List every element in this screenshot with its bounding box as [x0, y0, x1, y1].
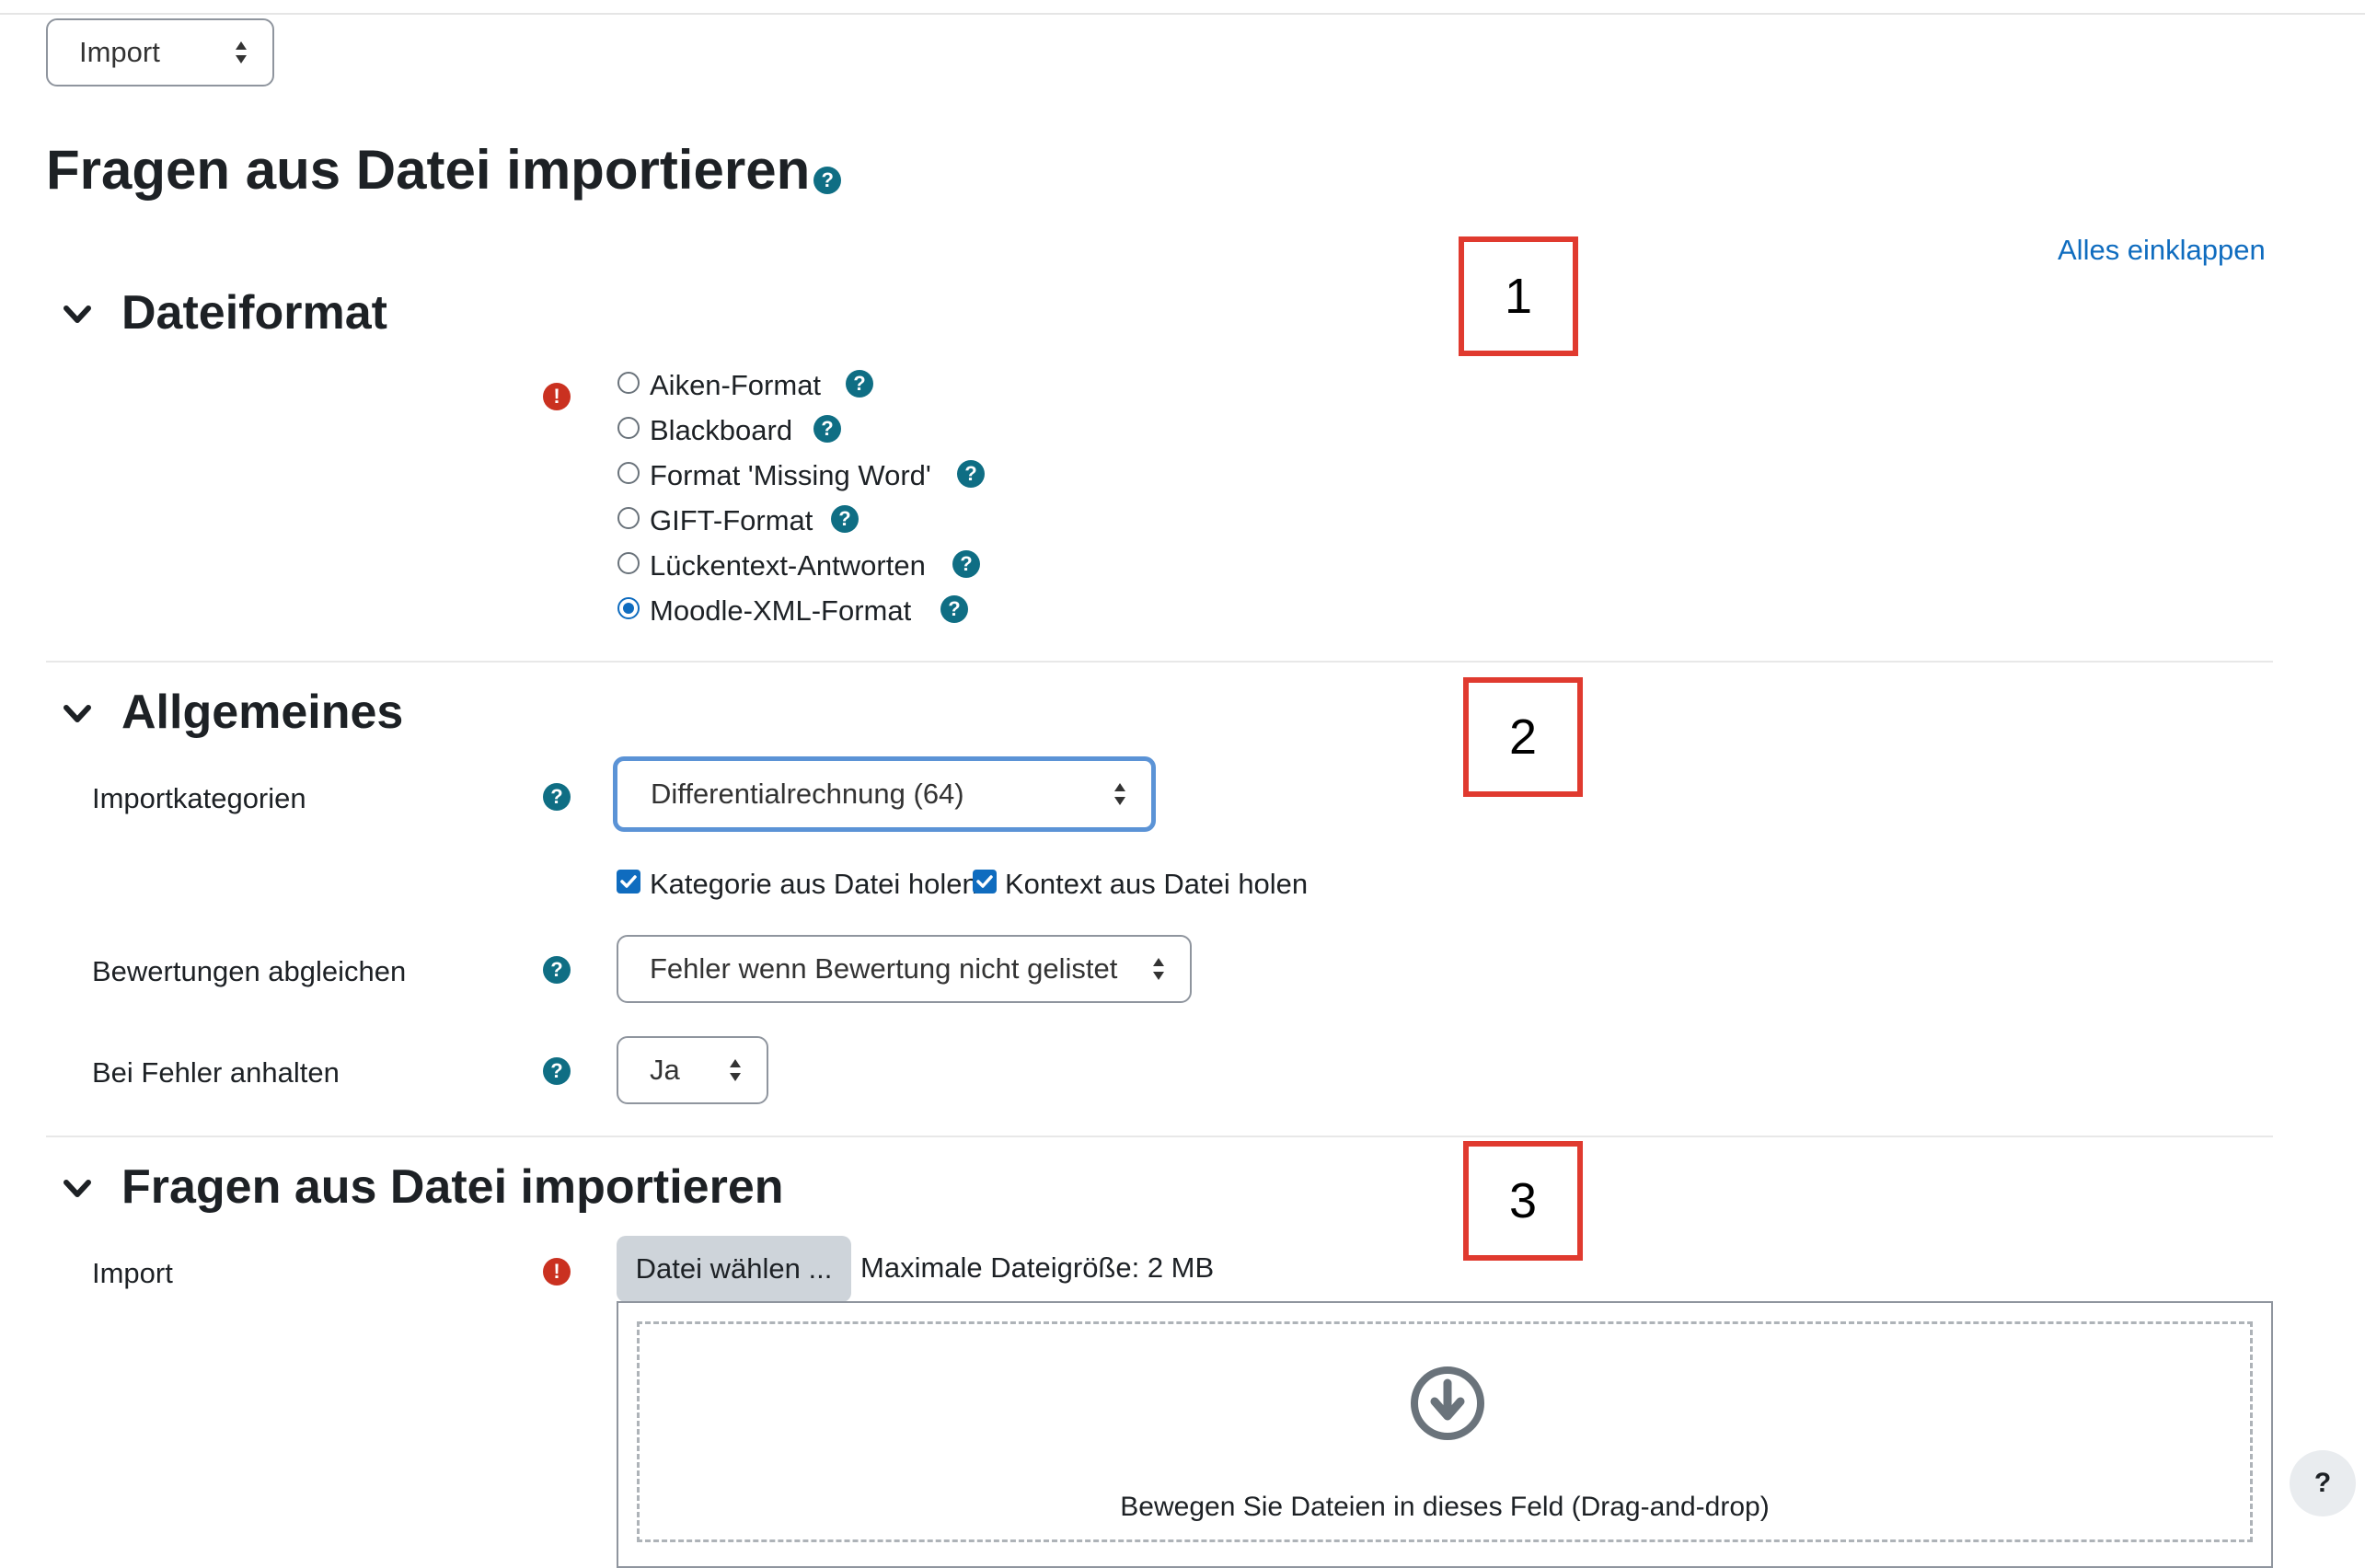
bewertungen-select-value: Fehler wenn Bewertung nicht gelistet	[650, 952, 1118, 985]
radio-missing-word[interactable]	[617, 462, 640, 484]
help-icon[interactable]: ?	[543, 783, 571, 811]
marker-2: 2	[1463, 677, 1583, 797]
sort-arrows-icon	[730, 1059, 741, 1081]
help-icon[interactable]: ?	[957, 460, 985, 488]
required-icon: !	[543, 1258, 571, 1286]
radio-moodle-xml[interactable]	[617, 597, 640, 619]
collapse-all-link[interactable]: Alles einklappen	[2058, 234, 2266, 267]
checkmark-icon	[976, 875, 993, 888]
radio-aiken-format[interactable]	[617, 372, 640, 394]
bei-fehler-select[interactable]: Ja	[617, 1036, 768, 1104]
required-icon: !	[543, 383, 571, 410]
top-navigation-select[interactable]: Import	[46, 18, 274, 86]
radio-label-lueckentext[interactable]: Lückentext-Antworten	[650, 549, 926, 582]
chevron-down-icon[interactable]	[59, 296, 96, 333]
section-title-import[interactable]: Fragen aus Datei importieren	[121, 1159, 784, 1215]
help-icon[interactable]: ?	[846, 370, 873, 398]
help-icon[interactable]: ?	[543, 1057, 571, 1085]
radio-label-moodle-xml[interactable]: Moodle-XML-Format	[650, 594, 911, 628]
checkbox-context-from-file[interactable]	[973, 870, 997, 894]
choose-file-button[interactable]: Datei wählen ...	[617, 1236, 851, 1302]
radio-lueckentext[interactable]	[617, 552, 640, 574]
help-icon[interactable]: ?	[543, 956, 571, 984]
top-navigation-select-value: Import	[79, 36, 160, 68]
radio-label-blackboard[interactable]: Blackboard	[650, 414, 792, 447]
sort-arrows-icon	[236, 41, 247, 63]
sort-arrows-icon	[1114, 783, 1125, 805]
radio-label-gift-format[interactable]: GIFT-Format	[650, 504, 813, 537]
help-icon[interactable]: ?	[952, 550, 980, 578]
floating-help-button[interactable]: ?	[2290, 1450, 2356, 1516]
importkategorien-label: Importkategorien	[92, 782, 306, 814]
marker-3: 3	[1463, 1141, 1583, 1261]
checkbox-label-context-from-file[interactable]: Kontext aus Datei holen	[1005, 868, 1308, 901]
max-file-size: Maximale Dateigröße: 2 MB	[860, 1251, 1215, 1284]
importkategorien-select[interactable]: Differentialrechnung (64)	[613, 756, 1156, 832]
marker-1: 1	[1459, 236, 1578, 356]
section-title-dateiformat[interactable]: Dateiformat	[121, 285, 387, 340]
help-icon[interactable]: ?	[831, 505, 859, 533]
section-divider	[46, 1136, 2273, 1137]
radio-gift-format[interactable]	[617, 507, 640, 529]
radio-blackboard[interactable]	[617, 417, 640, 439]
checkmark-icon	[620, 875, 637, 888]
help-icon[interactable]: ?	[813, 167, 842, 194]
download-arrow-icon	[1411, 1366, 1484, 1440]
help-icon[interactable]: ?	[813, 415, 841, 443]
section-divider	[46, 661, 2273, 663]
dropzone-text: Bewegen Sie Dateien in dieses Feld (Drag…	[1120, 1492, 1770, 1522]
chevron-down-icon[interactable]	[59, 696, 96, 732]
dropzone-dashed-area[interactable]: Bewegen Sie Dateien in dieses Feld (Drag…	[637, 1321, 2253, 1542]
file-dropzone[interactable]: Bewegen Sie Dateien in dieses Feld (Drag…	[617, 1301, 2273, 1568]
help-icon[interactable]: ?	[940, 595, 968, 623]
bewertungen-select[interactable]: Fehler wenn Bewertung nicht gelistet	[617, 935, 1192, 1003]
page-title: Fragen aus Datei importieren	[46, 139, 811, 201]
section-title-allgemeines[interactable]: Allgemeines	[121, 685, 403, 740]
checkbox-label-category-from-file[interactable]: Kategorie aus Datei holen	[650, 868, 978, 901]
top-divider	[0, 13, 2365, 15]
bei-fehler-label: Bei Fehler anhalten	[92, 1056, 340, 1089]
import-label: Import	[92, 1257, 173, 1289]
radio-label-aiken-format[interactable]: Aiken-Format	[650, 369, 821, 402]
radio-label-missing-word[interactable]: Format 'Missing Word'	[650, 459, 931, 492]
checkbox-category-from-file[interactable]	[617, 870, 640, 894]
importkategorien-select-value: Differentialrechnung (64)	[651, 778, 964, 810]
bewertungen-label: Bewertungen abgleichen	[92, 955, 407, 987]
bei-fehler-select-value: Ja	[650, 1054, 680, 1086]
chevron-down-icon[interactable]	[59, 1170, 96, 1207]
sort-arrows-icon	[1153, 958, 1164, 980]
